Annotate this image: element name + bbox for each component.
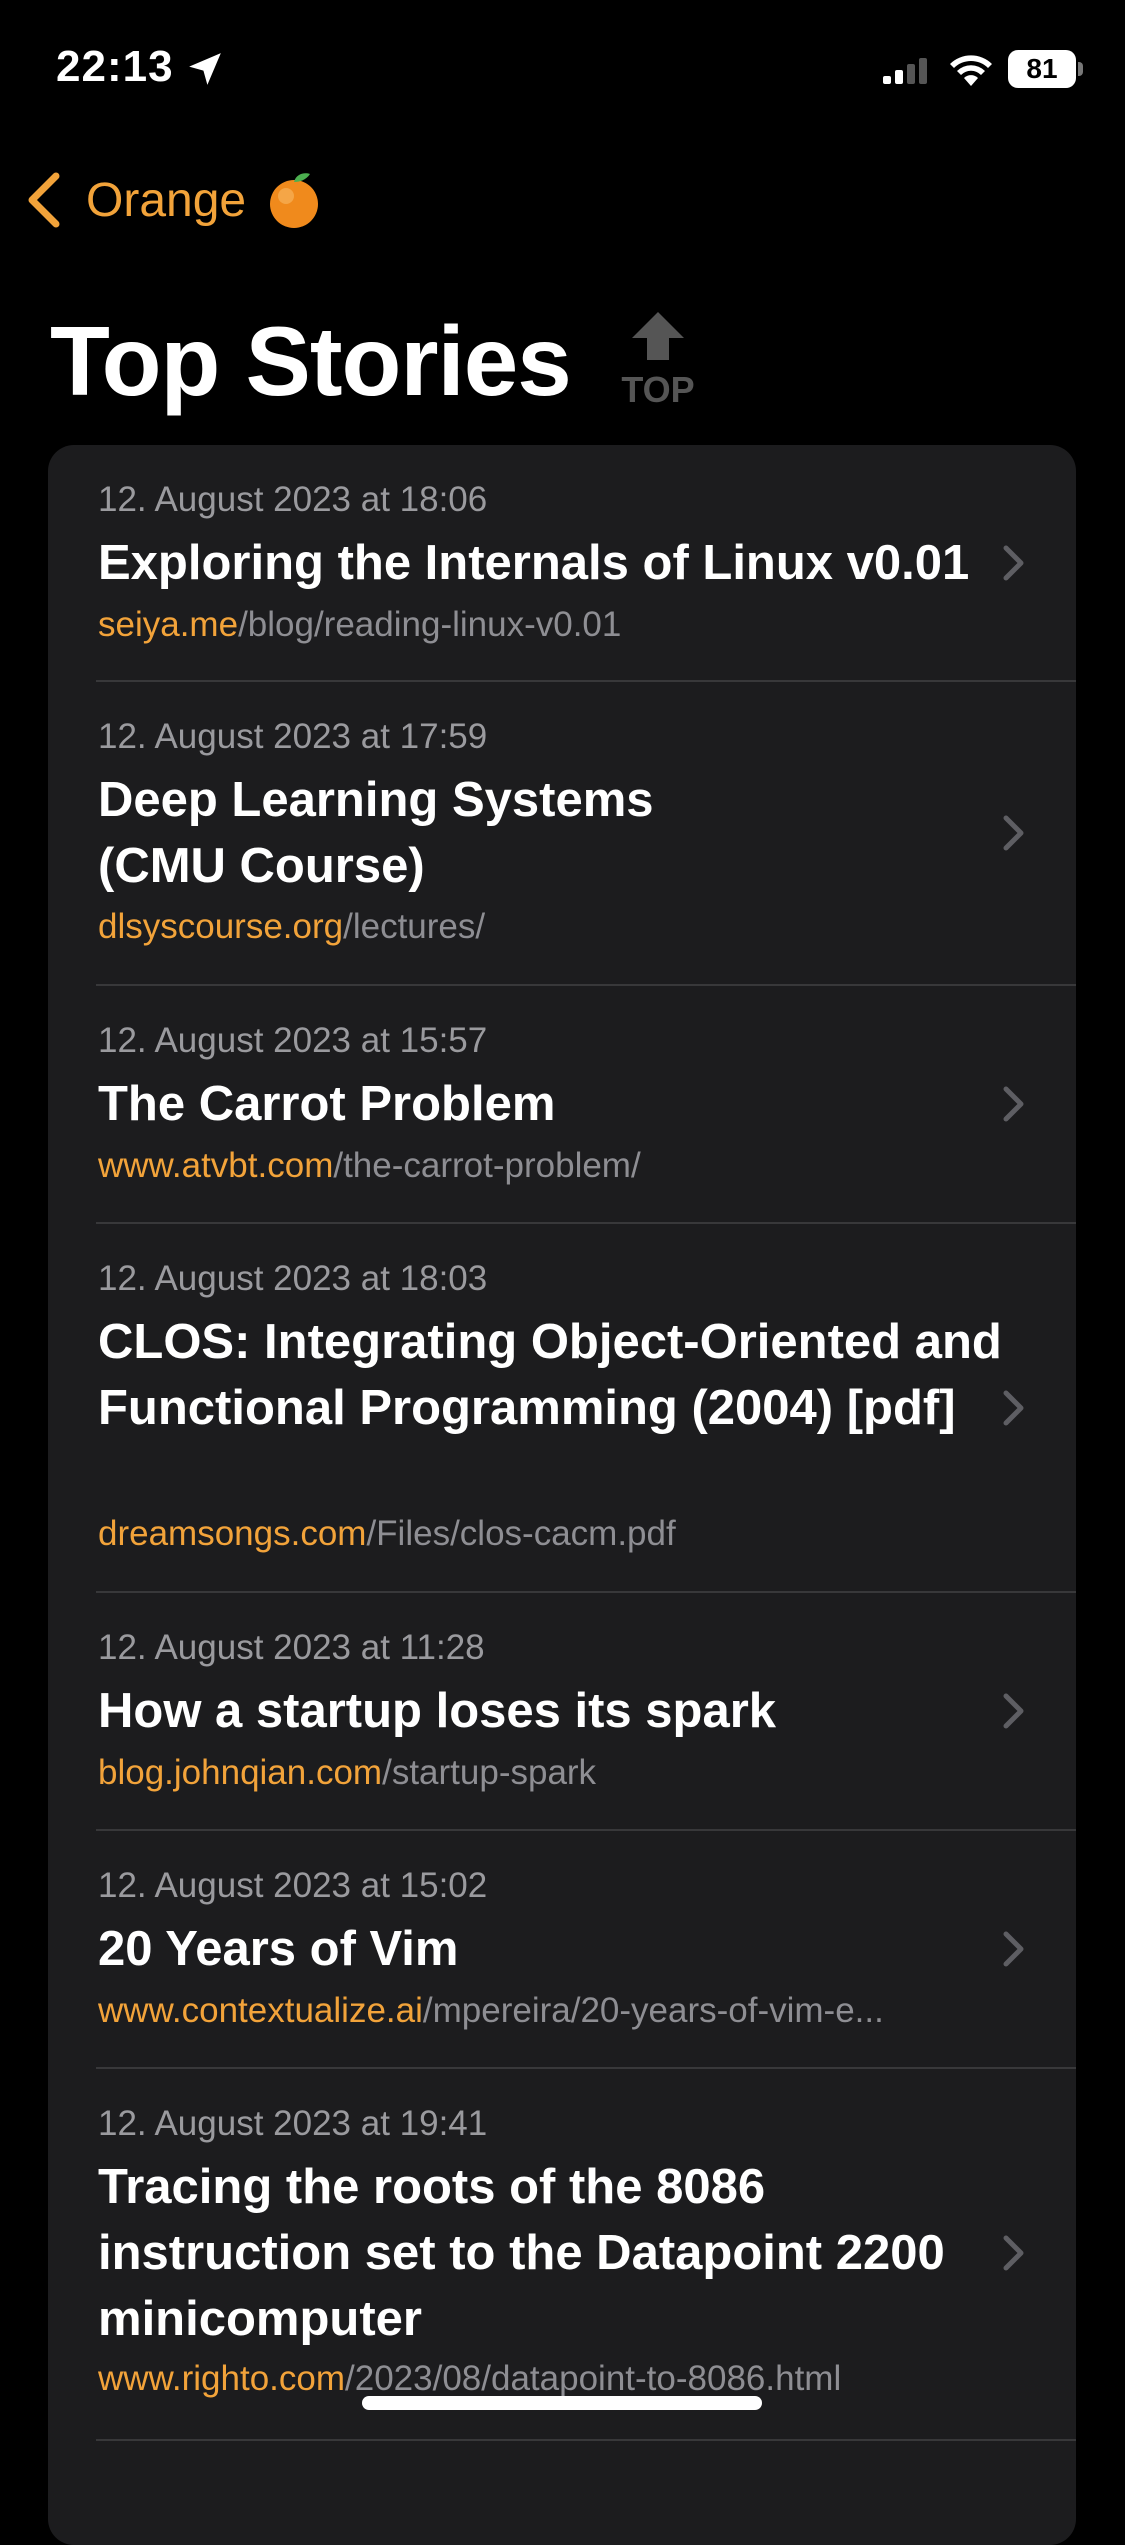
story-domain: www.atvbt.com bbox=[98, 1146, 334, 1185]
stories-list: 12. August 2023 at 18:06 Exploring the I… bbox=[48, 445, 1076, 2545]
story-path: /Files/clos-cacm.pdf bbox=[366, 1514, 676, 1553]
story-domain: www.righto.com bbox=[98, 2359, 346, 2398]
status-bar: 22:13 81 bbox=[0, 0, 1125, 140]
story-title: How a startup loses its spark bbox=[98, 1684, 777, 1738]
chevron-right-icon bbox=[1003, 815, 1024, 851]
chevron-right-icon bbox=[1003, 1390, 1024, 1426]
story-url[interactable]: dlsyscourse.org/lectures/ bbox=[98, 907, 485, 947]
story-url[interactable]: seiya.me/blog/reading-linux-v0.01 bbox=[98, 605, 621, 645]
location-arrow-icon bbox=[189, 53, 221, 85]
story-row[interactable]: 12. August 2023 at 11:28 How a startup l… bbox=[48, 1593, 1076, 1829]
chevron-right-icon bbox=[1003, 1931, 1024, 1967]
story-row[interactable]: 12. August 2023 at 17:59 Deep Learning S… bbox=[48, 682, 1076, 984]
chevron-right-icon bbox=[1003, 545, 1024, 581]
story-title: Tracing the roots of the 8086 instructio… bbox=[98, 2160, 945, 2346]
battery-icon: 81 bbox=[1008, 50, 1084, 88]
back-button-label: Orange bbox=[86, 173, 247, 227]
story-row[interactable]: 12. August 2023 at 15:57 The Carrot Prob… bbox=[48, 986, 1076, 1222]
story-path: /2023/08/datapoint-to-8086.html bbox=[345, 2359, 842, 2398]
story-domain: seiya.me bbox=[98, 605, 239, 644]
story-date: 12. August 2023 at 17:59 bbox=[98, 717, 488, 756]
story-date: 12. August 2023 at 18:03 bbox=[98, 1259, 488, 1298]
svg-text:TOP: TOP bbox=[621, 369, 694, 410]
story-domain: dlsyscourse.org bbox=[98, 907, 344, 946]
story-path: /mpereira/20-years-of-vim-e... bbox=[422, 1991, 884, 2030]
story-path: /startup-spark bbox=[382, 1753, 597, 1792]
story-title: The Carrot Problem bbox=[98, 1077, 556, 1131]
story-path: /lectures/ bbox=[343, 907, 486, 946]
story-url[interactable]: www.atvbt.com/the-carrot-problem/ bbox=[98, 1146, 641, 1186]
orange-emoji-icon bbox=[270, 173, 319, 228]
story-path: /the-carrot-problem/ bbox=[333, 1146, 641, 1185]
back-button[interactable]: Orange bbox=[22, 160, 322, 240]
chevron-right-icon bbox=[1003, 2235, 1024, 2271]
story-row[interactable]: 12. August 2023 at 15:02 20 Years of Vim… bbox=[48, 1831, 1076, 2067]
story-url[interactable]: dreamsongs.com/Files/clos-cacm.pdf bbox=[98, 1514, 676, 1554]
story-domain: dreamsongs.com bbox=[98, 1514, 367, 1553]
story-title: CLOS: Integrating Object-Oriented and Fu… bbox=[98, 1315, 1002, 1435]
story-date: 12. August 2023 at 18:06 bbox=[98, 480, 488, 519]
scroll-to-top-icon[interactable]: TOP bbox=[618, 310, 698, 410]
story-date: 12. August 2023 at 11:28 bbox=[98, 1628, 485, 1667]
story-title: 20 Years of Vim bbox=[98, 1922, 459, 1976]
wifi-icon bbox=[950, 55, 992, 86]
story-date: 12. August 2023 at 15:57 bbox=[98, 1021, 488, 1060]
story-url[interactable]: www.righto.com/2023/08/datapoint-to-8086… bbox=[98, 2359, 841, 2399]
home-indicator[interactable] bbox=[362, 2396, 762, 2410]
story-date: 12. August 2023 at 19:41 bbox=[98, 2104, 488, 2143]
page-title: Top Stories bbox=[50, 306, 572, 416]
story-title: Deep Learning Systems (CMU Course) bbox=[98, 773, 654, 893]
story-url[interactable]: blog.johnqian.com/startup-spark bbox=[98, 1753, 596, 1793]
story-row[interactable]: 12. August 2023 at 18:06 Exploring the I… bbox=[48, 445, 1076, 680]
story-title: Exploring the Internals of Linux v0.01 bbox=[98, 536, 970, 590]
story-row[interactable]: 12. August 2023 at 18:03 CLOS: Integrati… bbox=[48, 1224, 1076, 1591]
cellular-signal-icon bbox=[883, 58, 927, 84]
status-time: 22:13 bbox=[56, 42, 174, 91]
chevron-right-icon bbox=[1003, 1086, 1024, 1122]
story-domain: www.contextualize.ai bbox=[98, 1991, 423, 2030]
divider bbox=[96, 2439, 1076, 2441]
story-url[interactable]: www.contextualize.ai/mpereira/20-years-o… bbox=[98, 1991, 884, 2031]
story-path: /blog/reading-linux-v0.01 bbox=[238, 605, 622, 644]
story-date: 12. August 2023 at 15:02 bbox=[98, 1866, 488, 1905]
chevron-right-icon bbox=[1003, 1693, 1024, 1729]
story-domain: blog.johnqian.com bbox=[98, 1753, 383, 1792]
story-row[interactable]: 12. August 2023 at 19:41 Tracing the roo… bbox=[48, 2069, 1076, 2439]
chevron-left-icon bbox=[28, 172, 60, 228]
battery-level: 81 bbox=[1008, 50, 1076, 88]
